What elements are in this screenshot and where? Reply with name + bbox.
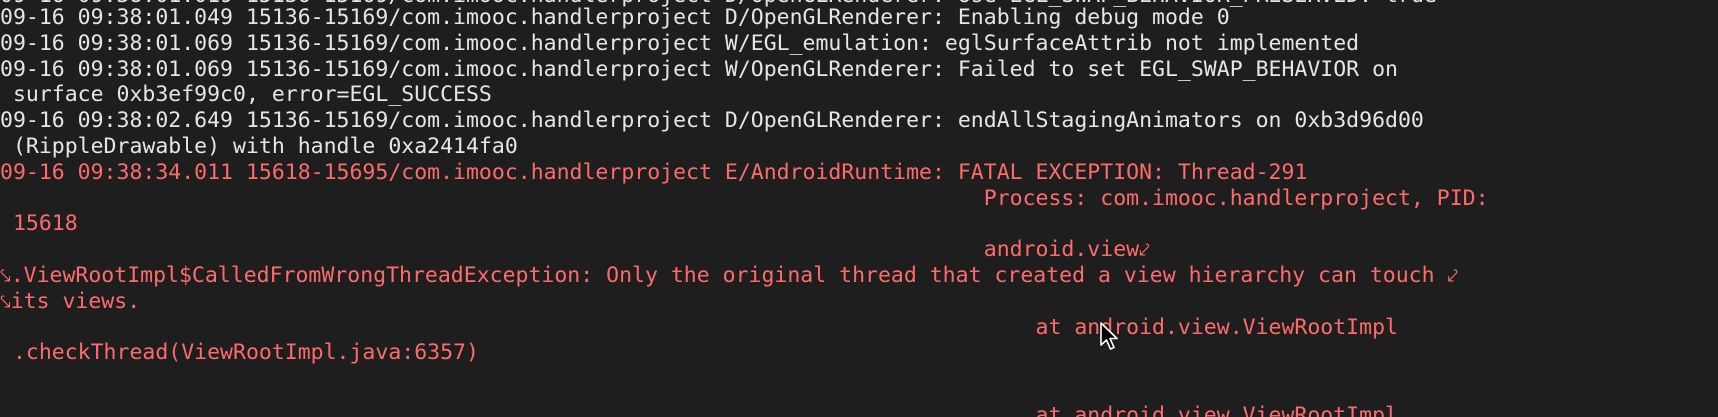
log-line-text: 09-16 09:38:34.011 15618-15695/com.imooc… <box>0 159 1308 185</box>
log-line-text: at android.view.ViewRootImpl <box>0 314 1398 340</box>
log-line-partial-bottom: at android.view.ViewRootImpl <box>0 403 1398 417</box>
log-line: 09-16 09:38:02.649 15136-15169/com.imooc… <box>0 107 1424 135</box>
log-line-text: 09-16 09:38:01.049 15136-15169/com.imooc… <box>0 5 1230 30</box>
log-line: 09-16 09:38:01.049 15136-15169/com.imooc… <box>0 4 1230 32</box>
log-line-text: 09-16 09:38:01.069 15136-15169/com.imooc… <box>0 56 1398 82</box>
log-line-text: its views. <box>10 288 141 314</box>
log-line-text: .checkThread(ViewRootImpl.java:6357) <box>0 340 479 366</box>
mouse-pointer-icon <box>1100 322 1118 350</box>
soft-wrap-icon: ⤦ <box>1139 239 1150 262</box>
log-line-text: surface 0xb3ef99c0, error=EGL_SUCCESS <box>0 82 492 108</box>
log-line: 09-16 09:38:01.069 15136-15169/com.imooc… <box>0 56 1398 84</box>
log-line-text: 09-16 09:38:02.649 15136-15169/com.imooc… <box>0 108 1424 134</box>
log-line-error: ⤥.ViewRootImpl$CalledFromWrongThreadExce… <box>0 262 1458 290</box>
log-line-error: 09-16 09:38:34.011 15618-15695/com.imooc… <box>0 159 1307 187</box>
log-line-text: 09-16 09:38:01.069 15136-15169/com.imooc… <box>0 30 1360 56</box>
soft-wrap-icon: ⤦ <box>1447 265 1459 287</box>
log-line-text: android.view <box>0 237 1140 263</box>
log-line-error: at android.view.ViewRootImpl <box>0 314 1398 342</box>
log-line-error: 15618 <box>0 210 78 238</box>
logcat-console[interactable]: 09-16 09:38:01.019 15136-15169/com.imooc… <box>0 0 1718 417</box>
log-line-error: ⤥its views. <box>0 288 140 316</box>
log-line-error: android.view⤦ <box>0 236 1150 264</box>
log-line-text: .ViewRootImpl$CalledFromWrongThreadExcep… <box>10 263 1448 288</box>
log-line-text: 15618 <box>0 211 78 237</box>
log-line-text: (RippleDrawable) with handle 0xa2414fa0 <box>0 134 518 159</box>
log-line: 09-16 09:38:01.069 15136-15169/com.imooc… <box>0 30 1359 58</box>
log-line-error: Process: com.imooc.handlerproject, PID: <box>0 185 1489 213</box>
log-line: surface 0xb3ef99c0, error=EGL_SUCCESS <box>0 81 492 109</box>
log-line-text: Process: com.imooc.handlerproject, PID: <box>0 185 1489 211</box>
log-line-error: .checkThread(ViewRootImpl.java:6357) <box>0 339 479 367</box>
log-line: (RippleDrawable) with handle 0xa2414fa0 <box>0 133 518 161</box>
soft-wrap-icon: ⤥ <box>0 265 11 287</box>
soft-wrap-icon: ⤥ <box>0 290 11 313</box>
